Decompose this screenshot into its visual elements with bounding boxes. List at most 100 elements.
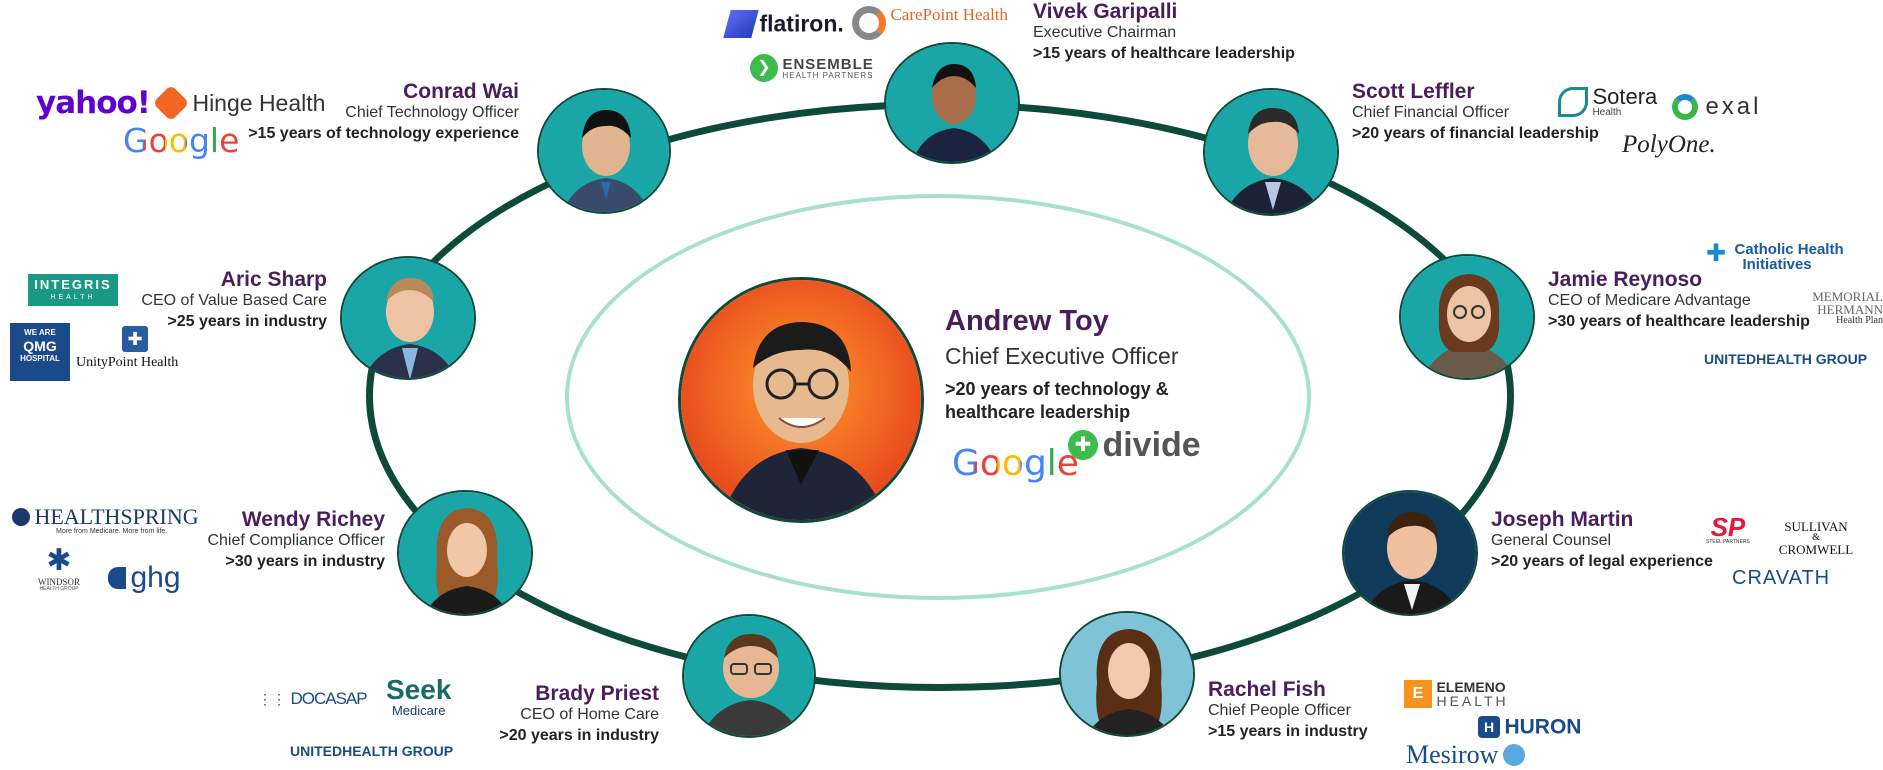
exal-logo: exal — [1672, 94, 1761, 120]
cravath-logo: CRAVATH — [1732, 567, 1831, 589]
joseph-martin-info: Joseph Martin General Counsel >20 years … — [1491, 508, 1713, 573]
exal-icon — [1672, 94, 1698, 120]
carepoint-icon — [852, 6, 886, 40]
divide-logo: ✚ divide — [1068, 428, 1201, 462]
catholic-health-logo-text: Catholic Health — [1734, 241, 1844, 258]
ceo-experience-line1: >20 years of technology & — [945, 378, 1169, 399]
elemeno-logo-subtext: HEALTH — [1436, 693, 1509, 709]
flatiron-logo-text: flatiron. — [759, 10, 844, 37]
person-experience: >15 years in industry — [1208, 722, 1368, 740]
windsor-logo: ✱ WINDSOR HEALTH GROUP — [38, 544, 80, 592]
huron-logo-text: HURON — [1504, 715, 1582, 739]
ensemble-logo: ❯ ENSEMBLE HEALTH PARTNERS — [750, 54, 874, 82]
seek-medicare-logo: Seek Medicare — [386, 674, 452, 718]
aric-sharp-info: Aric Sharp CEO of Value Based Care >25 y… — [141, 268, 327, 333]
unitedhealth-group-logo-brady: UNITEDHEALTH GROUP — [290, 743, 454, 759]
jamie-reynoso-info: Jamie Reynoso CEO of Medicare Advantage … — [1548, 268, 1810, 333]
person-experience: >20 years of legal experience — [1491, 552, 1713, 570]
hinge-health-icon — [152, 84, 190, 122]
google-logo: Google — [952, 446, 1079, 482]
ceo-photo — [678, 277, 924, 523]
steel-partners-logo-subtext: STEEL PARTNERS — [1706, 539, 1750, 545]
seek-logo-text: Seek — [386, 674, 452, 705]
ceo-title: Chief Executive Officer — [945, 342, 1179, 369]
qmg-logo: WE ARE QMG HOSPITAL — [10, 323, 70, 381]
unitypoint-icon: ✚ — [122, 326, 148, 352]
ensemble-logo-subtext: HEALTH PARTNERS — [782, 70, 874, 80]
flatiron-logo: flatiron. — [723, 10, 844, 38]
qmg-logo-text-3: HOSPITAL — [20, 354, 60, 363]
qmg-logo-text-2: QMG — [23, 338, 57, 354]
person-name: Brady Priest — [535, 682, 659, 705]
divide-icon: ✚ — [1068, 430, 1098, 460]
huron-logo: H HURON — [1478, 716, 1581, 738]
ghg-logo: ghg — [108, 563, 181, 593]
windsor-icon: ✱ — [46, 544, 72, 577]
person-title: CEO of Value Based Care — [141, 292, 327, 310]
carepoint-logo: CarePoint Health — [852, 6, 1008, 40]
unitypoint-logo: ✚ UnityPoint Health — [76, 326, 178, 370]
rachel-fish-photo — [1059, 611, 1195, 737]
vivek-garipalli-info: Vivek Garipalli Executive Chairman >15 y… — [1033, 0, 1295, 65]
google-logo-text: Google — [123, 121, 240, 160]
mesirow-logo: Mesirow — [1406, 742, 1525, 768]
person-experience: >30 years in industry — [225, 552, 385, 570]
sotera-icon — [1558, 87, 1588, 117]
person-name: Rachel Fish — [1208, 678, 1326, 701]
person-title: Executive Chairman — [1033, 24, 1177, 42]
person-experience: >20 years of financial leadership — [1352, 124, 1599, 142]
carepoint-logo-text: CarePoint Health — [890, 5, 1009, 24]
jamie-reynoso-photo — [1399, 254, 1535, 380]
healthspring-tagline: More from Medicare. More from life. — [56, 528, 168, 535]
polyone-logo: PolyOne. — [1622, 131, 1716, 158]
person-title: CEO of Home Care — [520, 706, 659, 724]
ceo-info: Andrew Toy Chief Executive Officer >20 y… — [945, 305, 1179, 425]
huron-icon: H — [1478, 716, 1500, 738]
qmg-logo-text-1: WE ARE — [24, 328, 56, 337]
person-experience: >15 years of technology experience — [248, 124, 519, 142]
catholic-health-icon: ✚ — [1706, 240, 1727, 267]
catholic-health-logo: ✚ Catholic Health Initiatives — [1706, 240, 1844, 273]
healthspring-icon — [12, 508, 30, 526]
sullivan-cromwell-logo: SULLIVAN & CROMWELL — [1778, 520, 1854, 556]
person-experience: >20 years in industry — [499, 726, 659, 744]
flatiron-icon — [723, 10, 759, 38]
ensemble-logo-text: ENSEMBLE — [782, 55, 874, 73]
sullivan-cromwell-text-3: CROMWELL — [1778, 542, 1854, 557]
conrad-wai-photo — [537, 88, 671, 214]
unitypoint-logo-text: UnityPoint Health — [76, 355, 179, 370]
ensemble-icon: ❯ — [750, 54, 778, 82]
joseph-martin-photo — [1342, 490, 1478, 616]
elemeno-icon: E — [1404, 680, 1432, 708]
healthspring-logo: HEALTHSPRING More from Medicare. More fr… — [12, 506, 199, 535]
memorial-hermann-text-3: Health Plan — [1836, 315, 1883, 326]
sotera-logo-subtext: Health — [1592, 107, 1622, 118]
ceo-name: Andrew Toy — [945, 305, 1109, 337]
wendy-richey-info: Wendy Richey Chief Compliance Officer >3… — [207, 508, 385, 573]
healthspring-logo-text: HEALTHSPRING — [34, 504, 199, 529]
steel-partners-logo: SP STEEL PARTNERS — [1706, 514, 1750, 545]
mesirow-icon — [1502, 744, 1525, 766]
person-title: Chief Compliance Officer — [207, 532, 385, 550]
integris-logo-text: INTEGRIS — [34, 277, 112, 292]
person-experience: >15 years of healthcare leadership — [1033, 44, 1295, 62]
integris-logo: INTEGRIS HEALTH — [28, 274, 118, 306]
unitedhealth-group-logo-jamie: UNITEDHEALTH GROUP — [1704, 351, 1868, 367]
inner-ring — [565, 194, 1311, 600]
steel-partners-logo-text: SP — [1710, 512, 1746, 542]
hinge-health-logo-text: Hinge Health — [192, 89, 326, 116]
person-name: Wendy Richey — [241, 508, 385, 531]
elemeno-logo-text: ELEMENO — [1436, 679, 1506, 695]
ghg-icon — [108, 567, 126, 589]
google-logo-text: Google — [952, 443, 1079, 484]
integris-logo-subtext: HEALTH — [50, 294, 96, 301]
person-name: Vivek Garipalli — [1033, 0, 1178, 23]
ceo-experience-line2: healthcare leadership — [945, 402, 1131, 423]
brady-priest-photo — [682, 614, 816, 738]
hinge-health-logo: Hinge Health — [152, 84, 326, 122]
google-logo-conrad: Google — [123, 124, 239, 157]
mesirow-logo-text: Mesirow — [1406, 740, 1499, 769]
person-title: CEO of Medicare Advantage — [1548, 292, 1751, 310]
elemeno-logo: E ELEMENO HEALTH — [1404, 680, 1509, 708]
ghg-logo-text: ghg — [130, 561, 181, 594]
